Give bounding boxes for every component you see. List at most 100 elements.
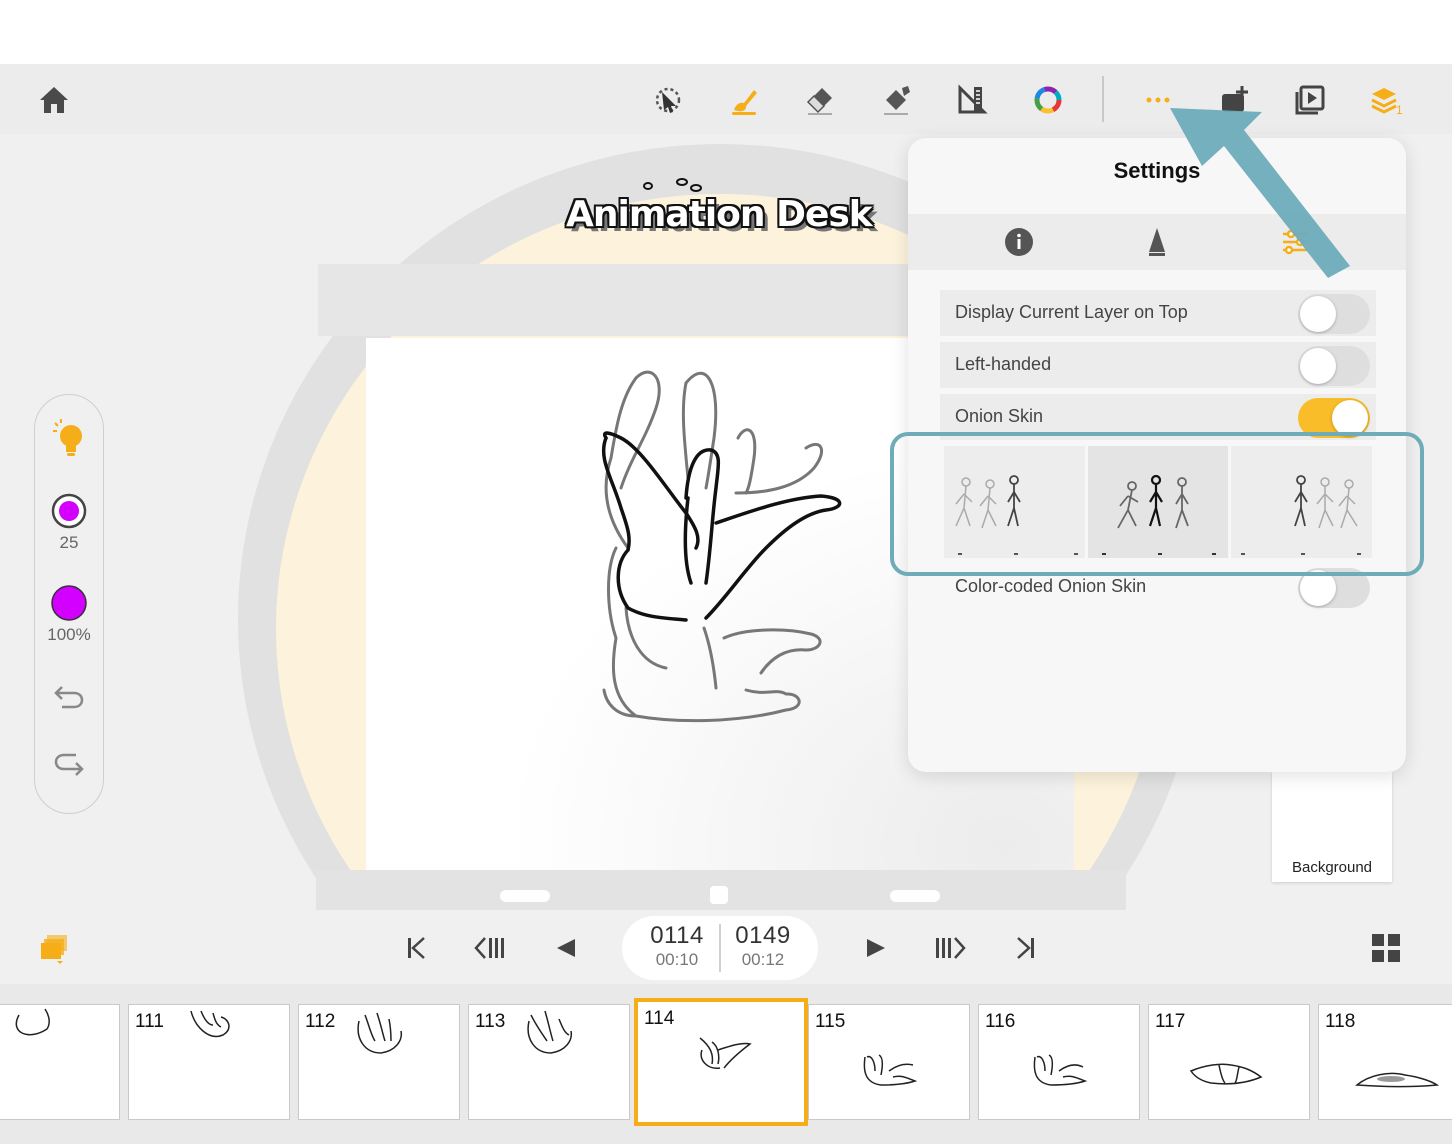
- background-layer-card[interactable]: Background: [1272, 772, 1392, 882]
- walking-figures-icon: [1101, 474, 1216, 555]
- eraser-icon: [806, 88, 832, 115]
- grid-view-button[interactable]: [1366, 928, 1406, 968]
- walking-figures-icon: [955, 475, 1078, 555]
- play-reverse-button[interactable]: [546, 928, 586, 968]
- frame-thumbnail[interactable]: 118: [1318, 1004, 1452, 1120]
- setting-label: Onion Skin: [955, 406, 1044, 426]
- toolbar-divider: [1102, 76, 1104, 122]
- lasso-select-icon: [655, 87, 681, 113]
- total-frame-number: 0149: [735, 922, 791, 949]
- preview-button[interactable]: [1288, 78, 1332, 122]
- home-button[interactable]: [32, 78, 76, 122]
- brush-opacity-control[interactable]: 100%: [35, 585, 103, 645]
- layers-button[interactable]: 1: [1364, 78, 1408, 122]
- tab-info[interactable]: [1003, 226, 1035, 258]
- playback-bar: 0114 00:10 0149 00:12: [0, 910, 1452, 984]
- tab-pen[interactable]: [1141, 226, 1173, 258]
- more-dots-icon: [1146, 97, 1170, 103]
- total-time: 00:12: [741, 950, 785, 969]
- top-toolbar: 1: [0, 64, 1452, 134]
- last-frame-button[interactable]: [1006, 928, 1046, 968]
- settings-title: Settings: [1113, 158, 1201, 183]
- onion-skin-mode-options: [944, 446, 1373, 558]
- fill-tool-button[interactable]: [874, 78, 918, 122]
- add-frame-icon: [1222, 86, 1248, 112]
- frame-thumbnail[interactable]: 113: [468, 1004, 630, 1120]
- more-button[interactable]: [1136, 78, 1180, 122]
- play-button[interactable]: [856, 928, 896, 968]
- redo-icon: [54, 753, 84, 776]
- settings-popover: Settings Display Current Layer on Top Le…: [908, 138, 1406, 772]
- setting-left-handed: Left-handed: [940, 342, 1376, 388]
- left-tool-panel: 25 100%: [34, 394, 104, 814]
- brush-size-value: 25: [59, 533, 79, 552]
- setting-label: Color-coded Onion Skin: [955, 576, 1147, 596]
- setting-label: Display Current Layer on Top: [955, 302, 1188, 322]
- paint-bucket-icon: [884, 86, 910, 115]
- setting-onion-skin: Onion Skin: [940, 394, 1376, 440]
- ruler-tool-button[interactable]: [950, 78, 994, 122]
- preview-play-icon: [1295, 85, 1325, 115]
- info-icon: [1005, 228, 1033, 256]
- play-icon: [867, 939, 885, 957]
- settings-tab-bar: [908, 214, 1406, 270]
- walking-figures-icon: [1241, 475, 1362, 555]
- next-frame-button[interactable]: [930, 928, 970, 968]
- frame-thumbnail-current[interactable]: 114: [634, 998, 808, 1126]
- tab-settings[interactable]: [1279, 226, 1311, 258]
- step-back-icon: [474, 937, 504, 959]
- color-picker-button[interactable]: [1026, 78, 1070, 122]
- status-bar: [0, 0, 1452, 64]
- add-frame-button[interactable]: [1212, 78, 1256, 122]
- onion-mode-previous[interactable]: [944, 446, 1085, 558]
- current-frame-number: 0114: [650, 922, 704, 949]
- stacked-frames-icon: [41, 935, 67, 964]
- canvas-bottom-bar: [316, 870, 1126, 910]
- display-layer-on-top-toggle[interactable]: [1298, 294, 1370, 334]
- frame-counter[interactable]: 0114 00:10 0149 00:12: [622, 916, 818, 980]
- sliders-icon: [1283, 229, 1307, 255]
- setting-label: Left-handed: [955, 354, 1052, 374]
- frame-thumbnail[interactable]: 115: [808, 1004, 970, 1120]
- setting-display-current-layer-on-top: Display Current Layer on Top: [940, 290, 1376, 336]
- redo-button[interactable]: [35, 749, 103, 783]
- onion-mode-next[interactable]: [1231, 446, 1373, 558]
- ruler-icon: [958, 84, 988, 114]
- skip-start-icon: [408, 937, 425, 959]
- select-tool-button[interactable]: [646, 78, 690, 122]
- skip-end-icon: [1017, 937, 1034, 959]
- undo-icon: [54, 686, 84, 709]
- frame-thumbnail[interactable]: 111: [128, 1004, 290, 1120]
- pen-nib-icon: [1149, 228, 1165, 256]
- brush-icon: [732, 90, 757, 115]
- onion-mode-both[interactable]: [1087, 446, 1229, 558]
- app-logo: Animation Desk: [560, 176, 880, 246]
- first-frame-button[interactable]: [396, 928, 436, 968]
- svg-text:1: 1: [1396, 103, 1403, 117]
- lightbulb-icon: [53, 419, 82, 456]
- play-reverse-icon: [557, 939, 575, 957]
- layers-icon: 1: [1371, 88, 1403, 117]
- brush-size-dot-icon: [51, 493, 87, 529]
- frame-thumbnail[interactable]: 112: [298, 1004, 460, 1120]
- brush-tool-button[interactable]: [722, 78, 766, 122]
- light-table-button[interactable]: [35, 419, 103, 459]
- undo-button[interactable]: [35, 679, 103, 713]
- color-coded-onion-skin-toggle[interactable]: [1298, 568, 1370, 608]
- color-wheel-icon: [1034, 86, 1062, 114]
- frames-view-button[interactable]: [34, 928, 74, 968]
- onion-skin-toggle[interactable]: [1298, 398, 1370, 438]
- frame-thumbnail[interactable]: 117: [1148, 1004, 1310, 1120]
- logo-text: Animation Desk: [566, 194, 873, 235]
- frame-thumbnail[interactable]: 116: [978, 1004, 1140, 1120]
- left-handed-toggle[interactable]: [1298, 346, 1370, 386]
- frame-thumbnail[interactable]: [0, 1004, 120, 1120]
- brush-size-control[interactable]: 25: [35, 493, 103, 553]
- color-swatch-icon: [51, 585, 87, 621]
- setting-color-coded-onion-skin: Color-coded Onion Skin: [940, 564, 1376, 610]
- eraser-tool-button[interactable]: [798, 78, 842, 122]
- background-layer-label: Background: [1291, 859, 1373, 876]
- frame-filmstrip: 111 112 113 114 115 116 117 118: [0, 984, 1452, 1144]
- step-forward-icon: [936, 937, 966, 959]
- previous-frame-button[interactable]: [470, 928, 510, 968]
